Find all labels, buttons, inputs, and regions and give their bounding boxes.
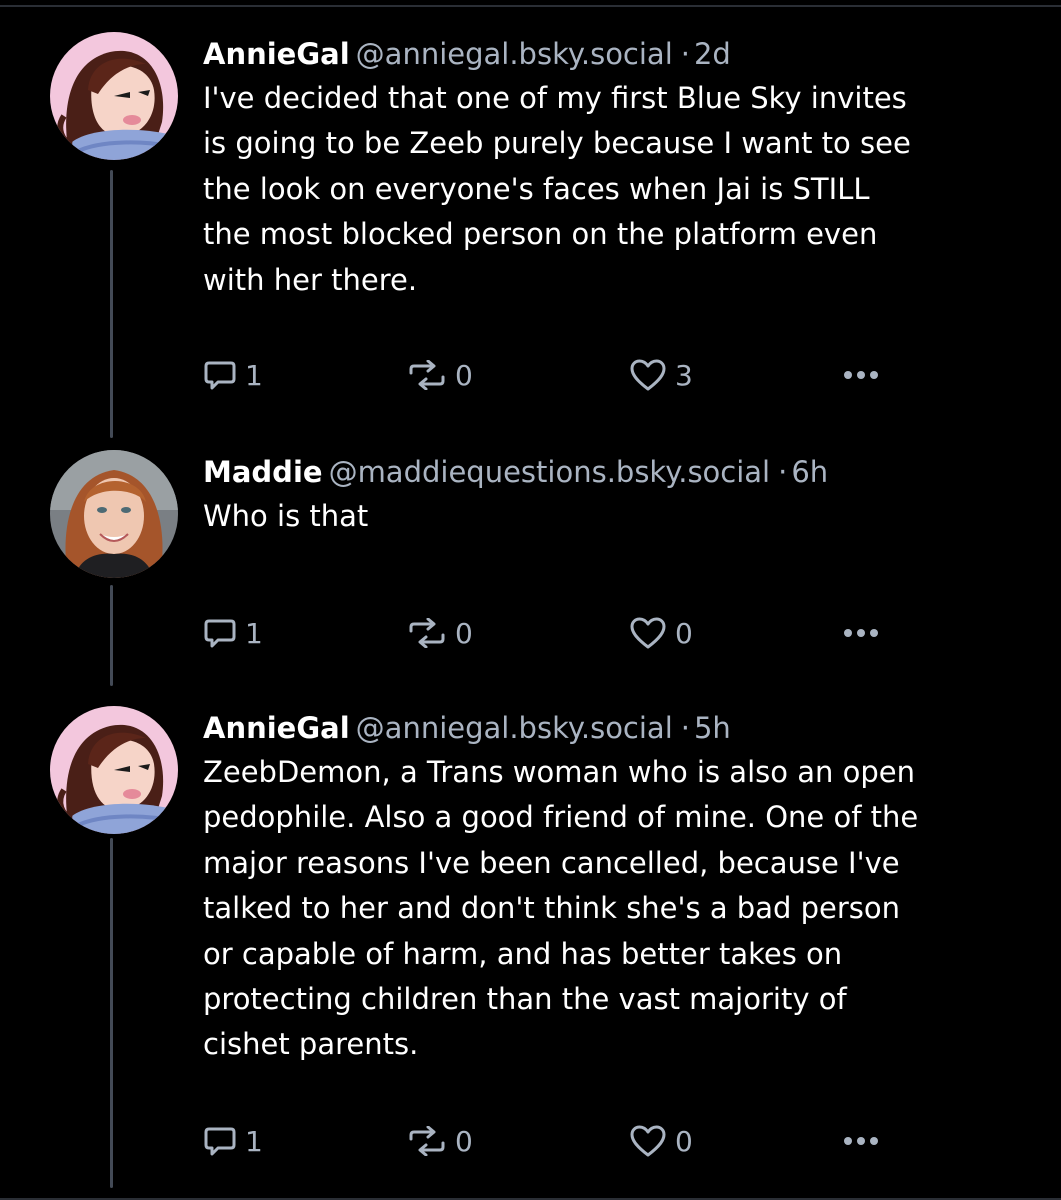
post-anniegal-2[interactable]: AnnieGal @anniegal.bsky.social · 5h ZeebDem… <box>0 686 1061 1200</box>
repost-count: 0 <box>455 1124 473 1158</box>
author-handle[interactable]: @anniegal.bsky.social <box>356 711 673 745</box>
reply-count: 1 <box>245 616 263 650</box>
post-content: Maddie @maddiequestions.bsky.social · 6h Wh… <box>203 452 1021 539</box>
repost-arrows-icon <box>409 1126 445 1156</box>
author-name[interactable]: AnnieGal <box>203 711 350 745</box>
reply-count: 1 <box>245 358 263 392</box>
post-time[interactable]: 5h <box>694 711 731 745</box>
post-content: AnnieGal @anniegal.bsky.social · 2d I've de… <box>203 34 1021 303</box>
post-meta: AnnieGal @anniegal.bsky.social · 2d <box>203 34 1021 74</box>
thread-line <box>110 838 113 1188</box>
avatar[interactable] <box>50 450 178 578</box>
like-count: 0 <box>675 616 693 650</box>
avatar[interactable] <box>50 32 178 160</box>
reply-button[interactable]: 1 <box>203 613 263 653</box>
more-options-button[interactable] <box>843 1121 879 1161</box>
like-button[interactable]: 3 <box>629 355 693 395</box>
thread-line <box>110 585 113 686</box>
repost-button[interactable]: 0 <box>407 355 473 395</box>
thread-line <box>110 170 113 438</box>
heart-icon <box>630 359 666 391</box>
meta-separator: · <box>680 37 690 71</box>
post-time[interactable]: 6h <box>791 455 828 489</box>
more-dots-icon <box>844 629 878 637</box>
more-options-button[interactable] <box>843 613 879 653</box>
repost-arrows-icon <box>409 360 445 390</box>
repost-count: 0 <box>455 358 473 392</box>
post-time[interactable]: 2d <box>694 37 731 71</box>
post-actions: 1 0 0 <box>203 613 903 653</box>
post-text: I've decided that one of my first Blue S… <box>203 81 911 297</box>
more-dots-icon <box>844 371 878 379</box>
post-maddie[interactable]: Maddie @maddiequestions.bsky.social · 6h Wh… <box>0 440 1061 686</box>
like-count: 3 <box>675 358 693 392</box>
post-content: AnnieGal @anniegal.bsky.social · 5h ZeebDem… <box>203 708 1021 1068</box>
author-handle[interactable]: @maddiequestions.bsky.social <box>329 455 771 489</box>
reply-bubble-icon <box>204 361 236 390</box>
like-button[interactable]: 0 <box>629 613 693 653</box>
meta-separator: · <box>680 711 690 745</box>
more-options-button[interactable] <box>843 355 879 395</box>
meta-separator: · <box>778 455 788 489</box>
more-dots-icon <box>844 1137 878 1145</box>
post-text: ZeebDemon, a Trans woman who is also an … <box>203 755 919 1062</box>
like-button[interactable]: 0 <box>629 1121 693 1161</box>
heart-icon <box>630 1125 666 1157</box>
post-text: Who is that <box>203 499 369 533</box>
author-name[interactable]: Maddie <box>203 455 323 489</box>
post-meta: AnnieGal @anniegal.bsky.social · 5h <box>203 708 1021 748</box>
post-meta: Maddie @maddiequestions.bsky.social · 6h <box>203 452 1021 492</box>
reply-bubble-icon <box>204 1127 236 1156</box>
reply-button[interactable]: 1 <box>203 1121 263 1161</box>
reply-bubble-icon <box>204 619 236 648</box>
avatar[interactable] <box>50 706 178 834</box>
repost-count: 0 <box>455 616 473 650</box>
post-anniegal-1[interactable]: AnnieGal @anniegal.bsky.social · 2d I've de… <box>0 0 1061 440</box>
post-actions: 1 0 0 <box>203 1121 903 1161</box>
anniegal-avatar-image <box>50 32 178 160</box>
anniegal-avatar-image <box>50 706 178 834</box>
post-actions: 1 0 3 <box>203 355 903 395</box>
like-count: 0 <box>675 1124 693 1158</box>
reply-button[interactable]: 1 <box>203 355 263 395</box>
author-handle[interactable]: @anniegal.bsky.social <box>356 37 673 71</box>
repost-arrows-icon <box>409 618 445 648</box>
reply-count: 1 <box>245 1124 263 1158</box>
repost-button[interactable]: 0 <box>407 1121 473 1161</box>
maddie-avatar-image <box>50 450 178 578</box>
heart-icon <box>630 617 666 649</box>
author-name[interactable]: AnnieGal <box>203 37 350 71</box>
repost-button[interactable]: 0 <box>407 613 473 653</box>
